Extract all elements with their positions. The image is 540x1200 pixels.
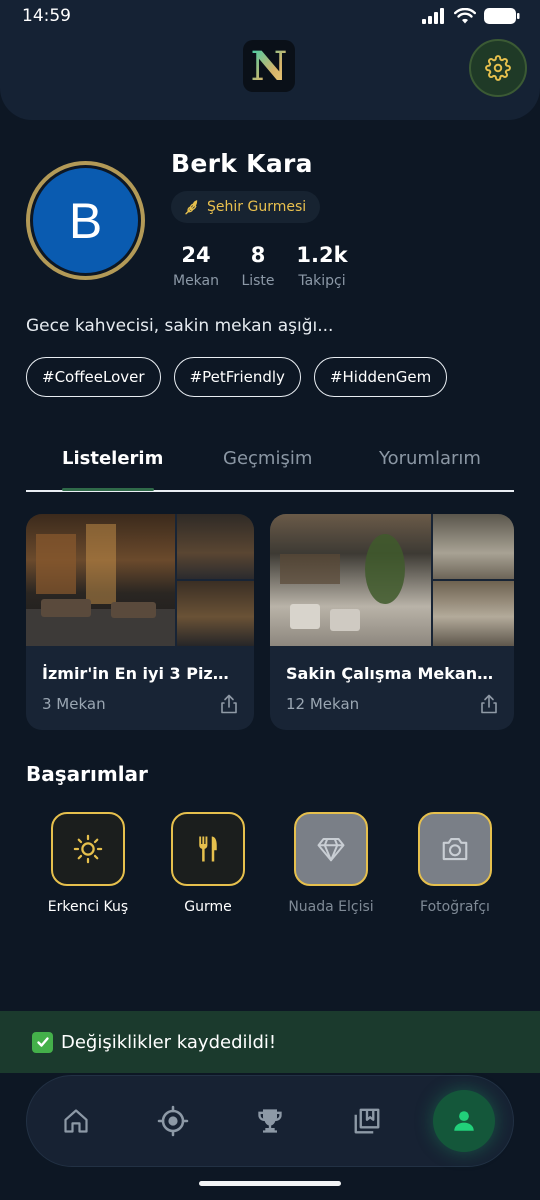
settings-button[interactable] xyxy=(469,39,527,97)
target-icon xyxy=(157,1105,189,1137)
achievement-label: Nuada Elçisi xyxy=(288,899,374,915)
achievement-early-bird[interactable]: Erkenci Kuş xyxy=(33,812,143,915)
nav-leaderboard[interactable] xyxy=(239,1090,301,1152)
nav-saved-lists[interactable] xyxy=(336,1090,398,1152)
nav-explore[interactable] xyxy=(142,1090,204,1152)
trophy-icon xyxy=(258,1109,282,1133)
list-card-title: Sakin Çalışma Mekanları xyxy=(286,664,498,683)
profile-icon xyxy=(454,1111,474,1131)
tag-chip[interactable]: #HiddenGem xyxy=(313,357,448,397)
stat-value: 24 xyxy=(181,243,211,267)
stat-places[interactable]: 24 Mekan xyxy=(171,243,221,289)
list-card-count: 3 Mekan xyxy=(42,695,106,713)
battery-icon xyxy=(484,8,520,24)
bottom-nav xyxy=(26,1075,514,1167)
toast-message: Değişiklikler kaydedildi! xyxy=(61,1031,277,1053)
wheat-icon xyxy=(185,200,198,215)
stat-label: Takipçi xyxy=(298,273,346,289)
achievement-label: Erkenci Kuş xyxy=(47,899,129,915)
profile-bio: Gece kahvecisi, sakin mekan aşığı... xyxy=(26,316,334,336)
diamond-icon xyxy=(317,838,345,862)
stat-followers[interactable]: 1.2k Takipçi xyxy=(292,243,352,289)
stat-value: 8 xyxy=(250,243,266,267)
achievements-title: Başarımlar xyxy=(26,762,148,786)
wifi-icon xyxy=(454,8,476,24)
avatar[interactable]: B xyxy=(26,161,145,280)
fork-knife-icon xyxy=(199,836,217,862)
tab-indicator xyxy=(62,488,154,491)
tab-lists[interactable]: Listelerim xyxy=(62,448,163,469)
achievement-badge xyxy=(51,812,125,886)
tab-history[interactable]: Geçmişim xyxy=(223,448,312,469)
gear-icon xyxy=(485,55,511,81)
signal-icon xyxy=(422,8,444,24)
tag-chip[interactable]: #CoffeeLover xyxy=(26,357,161,397)
list-cover-image xyxy=(26,514,254,646)
status-bar: 14:59 xyxy=(0,0,540,34)
achievement-badge xyxy=(418,812,492,886)
title-badge-label: Şehir Gurmesi xyxy=(207,199,307,215)
share-icon xyxy=(221,694,237,714)
stat-label: Mekan xyxy=(172,273,219,289)
title-badge: Şehir Gurmesi xyxy=(171,191,321,223)
stat-value: 1.2k xyxy=(296,243,348,267)
list-card[interactable]: Sakin Çalışma Mekanları 12 Mekan xyxy=(270,514,514,730)
achievement-label: Fotoğrafçı xyxy=(420,899,490,915)
stat-lists[interactable]: 8 Liste xyxy=(238,243,278,289)
achievement-nuada-ambassador[interactable]: Nuada Elçisi xyxy=(276,812,386,915)
logo-letter: N xyxy=(250,42,288,90)
tag-chip[interactable]: #PetFriendly xyxy=(173,357,301,397)
status-icons xyxy=(422,7,520,25)
achievement-photographer[interactable]: Fotoğrafçı xyxy=(400,812,510,915)
achievement-gourmet[interactable]: Gurme xyxy=(153,812,263,915)
list-card-title: İzmir'in En iyi 3 Pizzacısı xyxy=(42,664,238,683)
nav-home[interactable] xyxy=(45,1090,107,1152)
home-icon xyxy=(64,1109,88,1133)
list-card-count: 12 Mekan xyxy=(286,695,360,713)
home-indicator xyxy=(199,1181,341,1186)
stat-label: Liste xyxy=(241,273,275,289)
status-time: 14:59 xyxy=(22,6,71,26)
profile-tabs: Listelerim Geçmişim Yorumlarım xyxy=(26,440,514,492)
achievement-badge xyxy=(294,812,368,886)
avatar-letter: B xyxy=(33,168,138,273)
camera-icon xyxy=(442,837,468,861)
check-icon xyxy=(32,1031,53,1053)
app-logo[interactable]: N xyxy=(243,40,295,92)
sun-icon xyxy=(73,834,103,864)
share-button[interactable] xyxy=(480,694,498,718)
nav-profile[interactable] xyxy=(433,1090,495,1152)
bookmarks-icon xyxy=(354,1108,380,1134)
profile-name: Berk Kara xyxy=(171,149,313,178)
achievement-badge xyxy=(171,812,245,886)
list-cover-image xyxy=(270,514,514,646)
tab-reviews[interactable]: Yorumlarım xyxy=(379,448,481,469)
list-card[interactable]: İzmir'in En iyi 3 Pizzacısı 3 Mekan xyxy=(26,514,254,730)
success-toast: Değişiklikler kaydedildi! xyxy=(0,1011,540,1073)
tag-list: #CoffeeLover #PetFriendly #HiddenGem xyxy=(26,357,448,397)
share-icon xyxy=(481,694,497,714)
share-button[interactable] xyxy=(220,694,238,718)
achievement-label: Gurme xyxy=(184,899,232,915)
